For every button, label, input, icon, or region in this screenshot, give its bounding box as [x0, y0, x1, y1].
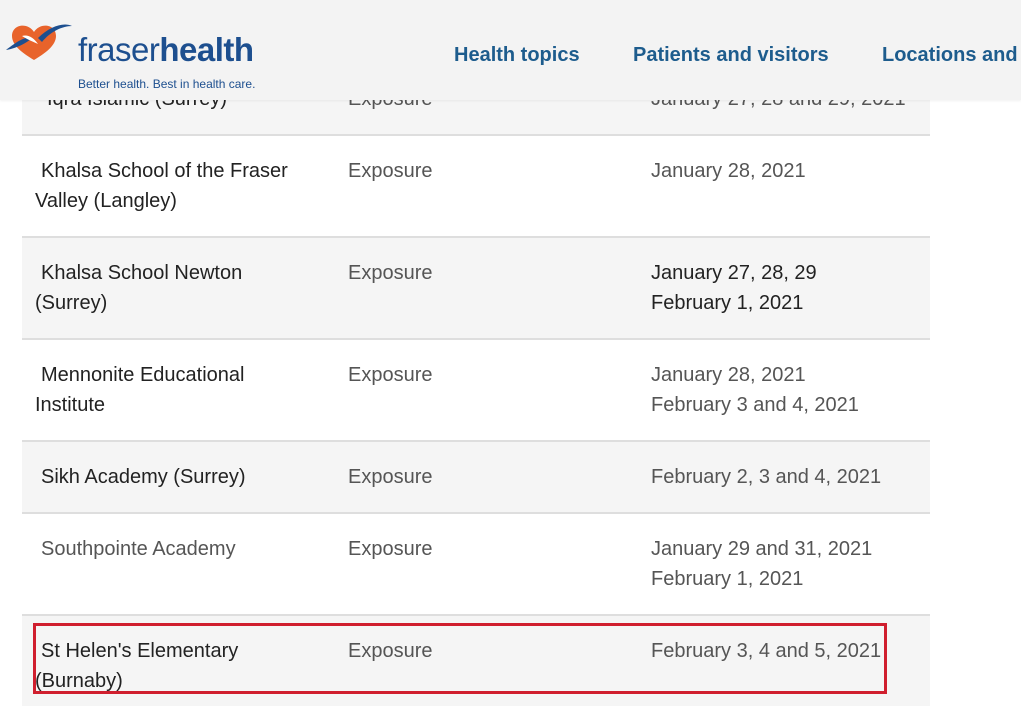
logo-wordmark: fraserhealth	[78, 32, 254, 68]
exposure-type: Exposure	[348, 364, 433, 386]
school-name: Sikh Academy (Surrey)	[41, 466, 246, 488]
table-row: Khalsa School of the Fraser Valley (Lang…	[22, 136, 930, 238]
nav-health-topics[interactable]: Health topics	[454, 43, 580, 67]
school-name-line1: Mennonite Educational	[41, 364, 245, 386]
exposure-dates: February 2, 3 and 4, 2021	[651, 466, 882, 488]
school-name: Khalsa School of the Fraser Valley (Lang…	[35, 156, 326, 216]
school-name: Khalsa School Newton (Surrey)	[35, 258, 326, 318]
table-row: Khalsa School Newton (Surrey) Exposure J…	[22, 238, 930, 340]
school-name-line1: Khalsa School of the Fraser	[41, 160, 288, 182]
exposure-date-line2: February 1, 2021	[651, 568, 804, 590]
exposure-date-line2: February 3 and 4, 2021	[651, 394, 859, 416]
exposure-dates: January 28, 2021 February 3 and 4, 2021	[651, 360, 859, 420]
exposure-date-line2: February 1, 2021	[651, 292, 804, 314]
exposure-dates: January 27, 28, 29 February 1, 2021	[651, 258, 817, 318]
exposure-dates: January 29 and 31, 2021 February 1, 2021	[651, 534, 872, 594]
logo-tagline: Better health. Best in health care.	[78, 77, 256, 91]
exposure-dates: February 3, 4 and 5, 2021	[651, 640, 882, 662]
table-row: Southpointe Academy Exposure January 29 …	[22, 514, 930, 616]
logo-wordmark-part1: fraser	[78, 31, 160, 68]
heart-logo-icon	[6, 24, 72, 60]
exposure-date-line1: January 27, 28, 29	[651, 262, 817, 284]
table-row: Sikh Academy (Surrey) Exposure February …	[22, 442, 930, 514]
exposure-type: Exposure	[348, 160, 433, 182]
school-name-line2: (Surrey)	[35, 292, 108, 314]
exposure-date-line1: January 29 and 31, 2021	[651, 538, 873, 560]
table-row: St Helen's Elementary (Burnaby) Exposure…	[22, 616, 930, 706]
school-name: St Helen's Elementary (Burnaby)	[35, 636, 326, 696]
table-row: Mennonite Educational Institute Exposure…	[22, 340, 930, 442]
school-name-line2: (Burnaby)	[35, 670, 123, 692]
exposure-dates: January 28, 2021	[651, 160, 806, 182]
fraserhealth-logo[interactable]: fraserhealth Better health. Best in heal…	[4, 14, 255, 91]
school-name-line2: Institute	[35, 394, 106, 416]
exposure-date-line1: January 28, 2021	[651, 364, 806, 386]
school-name: Mennonite Educational Institute	[35, 360, 326, 420]
school-name-line1: St Helen's Elementary	[41, 640, 239, 662]
nav-patients-and-visitors[interactable]: Patients and visitors	[633, 43, 829, 67]
exposure-type: Exposure	[348, 538, 433, 560]
exposure-type: Exposure	[348, 262, 433, 284]
site-header: fraserhealth Better health. Best in heal…	[0, 0, 1021, 100]
school-name: Southpointe Academy	[41, 538, 236, 560]
nav-locations-and-services[interactable]: Locations and	[882, 43, 1018, 67]
logo-wordmark-part2: health	[159, 31, 254, 68]
exposure-type: Exposure	[348, 640, 433, 662]
school-name-line1: Khalsa School Newton	[41, 262, 243, 284]
exposure-type: Exposure	[348, 466, 433, 488]
school-name-line2: Valley (Langley)	[35, 190, 177, 212]
